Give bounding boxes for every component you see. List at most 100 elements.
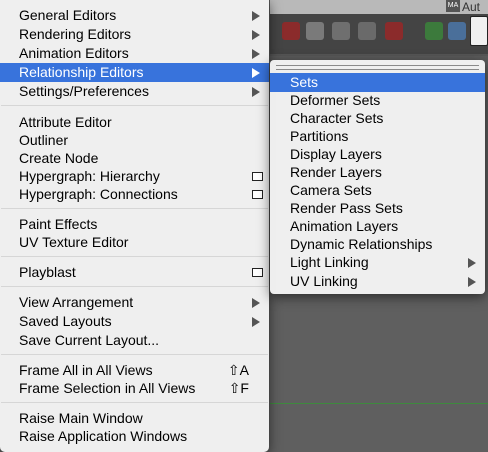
render-icon[interactable] (425, 22, 443, 40)
option-box-icon[interactable] (252, 268, 263, 277)
menu-item-label: UV Texture Editor (19, 234, 129, 250)
submenu-item-sets[interactable]: Sets (270, 73, 485, 92)
menu-item-label: Dynamic Relationships (290, 236, 433, 252)
submenu-arrow-icon (252, 49, 260, 59)
submenu-item-render-layers[interactable]: Render Layers (270, 163, 485, 182)
menu-item-label: Create Node (19, 150, 99, 166)
panels-menu: General Editors Rendering Editors Animat… (0, 0, 269, 452)
menu-item-uv-texture-editor[interactable]: UV Texture Editor (0, 233, 269, 252)
submenu-item-camera-sets[interactable]: Camera Sets (270, 181, 485, 200)
menu-item-label: Render Layers (290, 164, 382, 180)
submenu-item-partitions[interactable]: Partitions (270, 127, 485, 146)
menu-item-label: Paint Effects (19, 216, 98, 232)
submenu-arrow-icon (252, 298, 260, 308)
app-logo-icon: MA (446, 0, 460, 12)
menu-item-label: Frame All in All Views (19, 362, 153, 378)
menu-separator (1, 105, 268, 106)
menu-item-label: Camera Sets (290, 182, 372, 198)
menu-item-raise-application-windows[interactable]: Raise Application Windows (0, 427, 269, 446)
menu-item-saved-layouts[interactable]: Saved Layouts (0, 312, 269, 331)
submenu-arrow-icon (252, 87, 260, 97)
menu-item-raise-main-window[interactable]: Raise Main Window (0, 409, 269, 428)
menu-item-settings-preferences[interactable]: Settings/Preferences (0, 82, 269, 101)
menu-separator (1, 286, 268, 287)
submenu-item-uv-linking[interactable]: UV Linking (270, 272, 485, 291)
tear-off-handle[interactable] (276, 65, 479, 70)
menu-item-label: Animation Editors (19, 45, 129, 61)
snap-curve-icon[interactable] (332, 22, 350, 40)
menu-item-outliner[interactable]: Outliner (0, 131, 269, 150)
menu-item-paint-effects[interactable]: Paint Effects (0, 215, 269, 234)
menu-item-label: Attribute Editor (19, 114, 112, 130)
menu-item-label: UV Linking (290, 273, 358, 289)
menu-item-label: Saved Layouts (19, 313, 112, 329)
menu-item-label: Animation Layers (290, 218, 399, 234)
menu-item-label: Raise Main Window (19, 410, 143, 426)
menu-item-hypergraph-hierarchy[interactable]: Hypergraph: Hierarchy (0, 167, 269, 186)
menu-item-playblast[interactable]: Playblast (0, 263, 269, 282)
menu-item-label: Hypergraph: Hierarchy (19, 168, 160, 184)
app-title-text: Aut (462, 0, 481, 14)
menu-item-label: Playblast (19, 264, 76, 280)
menu-item-label: General Editors (19, 7, 117, 23)
menu-item-label: Outliner (19, 132, 69, 148)
menu-item-create-node[interactable]: Create Node (0, 149, 269, 168)
submenu-item-character-sets[interactable]: Character Sets (270, 109, 485, 128)
menu-item-label: Sets (290, 74, 319, 90)
relationship-editors-submenu: Sets Deformer Sets Character Sets Partit… (270, 60, 485, 294)
menu-separator (1, 256, 268, 257)
app-title: MA Aut (446, 0, 480, 14)
menu-item-view-arrangement[interactable]: View Arrangement (0, 293, 269, 312)
menu-item-label: Character Sets (290, 110, 384, 126)
submenu-item-animation-layers[interactable]: Animation Layers (270, 217, 485, 236)
grid-line (270, 403, 488, 404)
menu-item-label: Save Current Layout... (19, 332, 160, 348)
menu-separator (1, 354, 268, 355)
shortcut-label: ⇧A (227, 362, 249, 378)
viewport[interactable] (270, 292, 488, 452)
menu-item-label: Light Linking (290, 254, 369, 270)
submenu-item-display-layers[interactable]: Display Layers (270, 145, 485, 164)
submenu-item-dynamic-relationships[interactable]: Dynamic Relationships (270, 235, 485, 254)
menu-item-label: Hypergraph: Connections (19, 186, 178, 202)
menu-item-frame-all[interactable]: Frame All in All Views ⇧A (0, 361, 269, 380)
render-view-icon[interactable] (448, 22, 466, 40)
menu-item-label: Raise Application Windows (19, 428, 188, 444)
submenu-arrow-icon (252, 30, 260, 40)
submenu-item-render-pass-sets[interactable]: Render Pass Sets (270, 199, 485, 218)
option-box-icon[interactable] (252, 190, 263, 199)
menu-item-hypergraph-connections[interactable]: Hypergraph: Connections (0, 185, 269, 204)
submenu-item-light-linking[interactable]: Light Linking (270, 253, 485, 272)
menu-item-general-editors[interactable]: General Editors (0, 6, 269, 25)
submenu-arrow-icon (252, 68, 260, 78)
shortcut-label: ⇧F (228, 380, 249, 396)
magnet-tool-icon-2[interactable] (385, 22, 403, 40)
menu-item-attribute-editor[interactable]: Attribute Editor (0, 113, 269, 132)
menu-item-label: Partitions (290, 128, 349, 144)
menu-item-label: Display Layers (290, 146, 382, 162)
option-box-icon[interactable] (252, 172, 263, 181)
snap-point-icon[interactable] (358, 22, 376, 40)
panel-icon[interactable] (470, 16, 488, 46)
menu-item-frame-selection[interactable]: Frame Selection in All Views ⇧F (0, 379, 269, 398)
menu-item-label: View Arrangement (19, 294, 134, 310)
menu-item-label: Deformer Sets (290, 92, 381, 108)
menu-item-label: Relationship Editors (19, 64, 144, 80)
menu-item-animation-editors[interactable]: Animation Editors (0, 44, 269, 63)
menu-item-label: Frame Selection in All Views (19, 380, 196, 396)
magnet-tool-icon[interactable] (282, 22, 300, 40)
menu-item-save-current-layout[interactable]: Save Current Layout... (0, 331, 269, 350)
menu-item-label: Settings/Preferences (19, 83, 149, 99)
menu-separator (1, 402, 268, 403)
submenu-arrow-icon (252, 317, 260, 327)
menu-item-rendering-editors[interactable]: Rendering Editors (0, 25, 269, 44)
menu-separator (1, 208, 268, 209)
menu-item-relationship-editors[interactable]: Relationship Editors (0, 63, 269, 82)
submenu-arrow-icon (468, 277, 476, 287)
snap-tool-icon[interactable] (306, 22, 324, 40)
submenu-item-deformer-sets[interactable]: Deformer Sets (270, 91, 485, 110)
submenu-arrow-icon (252, 11, 260, 21)
menu-item-label: Rendering Editors (19, 26, 132, 42)
menu-item-label: Render Pass Sets (290, 200, 403, 216)
submenu-arrow-icon (468, 258, 476, 268)
